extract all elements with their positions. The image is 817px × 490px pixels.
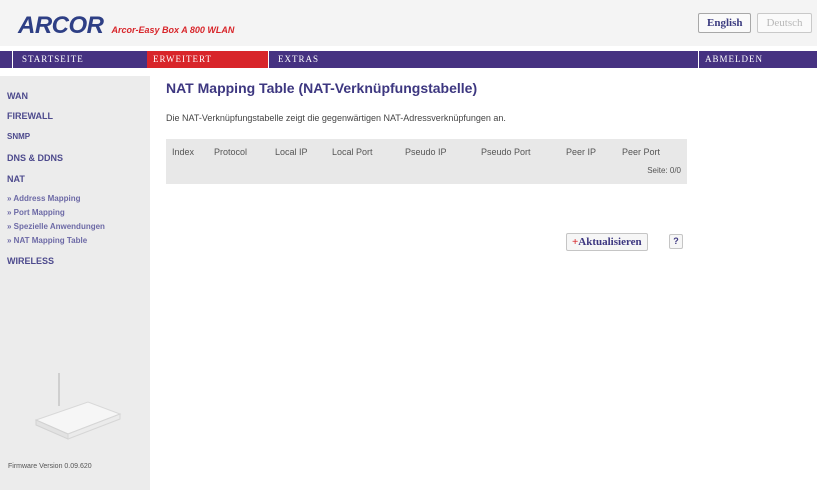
sidebar-item-dns-ddns[interactable]: DNS & DDNS — [7, 153, 63, 163]
sidebar-sub-address-mapping[interactable]: » Address Mapping — [7, 194, 81, 203]
column-header-peer-ip: Peer IP — [566, 147, 597, 157]
column-header-protocol: Protocol — [214, 147, 248, 157]
logo-wordmark: ARCOR — [18, 12, 104, 39]
sidebar-sub-port-mapping[interactable]: » Port Mapping — [7, 208, 65, 217]
language-switcher: English Deutsch — [692, 13, 812, 33]
arcor-logo[interactable]: ARCOR Arcor-Easy Box A 800 WLAN — [18, 12, 234, 40]
header: ARCOR Arcor-Easy Box A 800 WLAN English … — [0, 0, 817, 46]
logo-tagline: Arcor-Easy Box A 800 WLAN — [111, 25, 235, 35]
column-header-pseudo-ip: Pseudo IP — [405, 147, 447, 157]
sidebar-sub-spezielle-anwendungen[interactable]: » Spezielle Anwendungen — [7, 222, 105, 231]
sidebar-item-firewall[interactable]: FIREWALL — [7, 111, 53, 121]
refresh-button-label: Aktualisieren — [578, 236, 642, 248]
sidebar-item-nat[interactable]: NAT — [7, 174, 25, 184]
sidebar-item-wan[interactable]: WAN — [7, 91, 28, 101]
page-indicator: Seite: 0/0 — [647, 166, 681, 175]
refresh-button[interactable]: +Aktualisieren — [566, 233, 648, 251]
sidebar-item-snmp[interactable]: SNMP — [7, 132, 30, 141]
firmware-version: Firmware Version 0.09.620 — [8, 463, 92, 470]
nav-abmelden[interactable]: ABMELDEN — [698, 51, 817, 68]
sidebar-sub-nat-mapping-table[interactable]: » NAT Mapping Table — [7, 236, 87, 245]
deutsch-button[interactable]: Deutsch — [757, 13, 812, 33]
sidebar-item-wireless[interactable]: WIRELESS — [7, 256, 54, 266]
column-header-local-port: Local Port — [332, 147, 373, 157]
english-button[interactable]: English — [698, 13, 752, 33]
nav-erweitert[interactable]: ERWEITERT — [147, 51, 268, 68]
column-header-pseudo-port: Pseudo Port — [481, 147, 531, 157]
page-title: NAT Mapping Table (NAT-Verknüpfungstabel… — [166, 80, 478, 96]
column-header-index: Index — [172, 147, 195, 157]
main-nav: STARTSEITE ERWEITERT EXTRAS ABMELDEN — [0, 51, 817, 68]
column-header-local-ip: Local IP — [275, 147, 308, 157]
column-header-peer-port: Peer Port — [622, 147, 661, 157]
help-button[interactable]: ? — [669, 234, 683, 249]
page-description: Die NAT-Verknüpfungstabelle zeigt die ge… — [166, 113, 506, 123]
nav-startseite[interactable]: STARTSEITE — [12, 51, 146, 68]
nav-extras[interactable]: EXTRAS — [268, 51, 392, 68]
router-image — [30, 370, 125, 445]
nat-mapping-table: Index Protocol Local IP Local Port Pseud… — [166, 139, 687, 184]
